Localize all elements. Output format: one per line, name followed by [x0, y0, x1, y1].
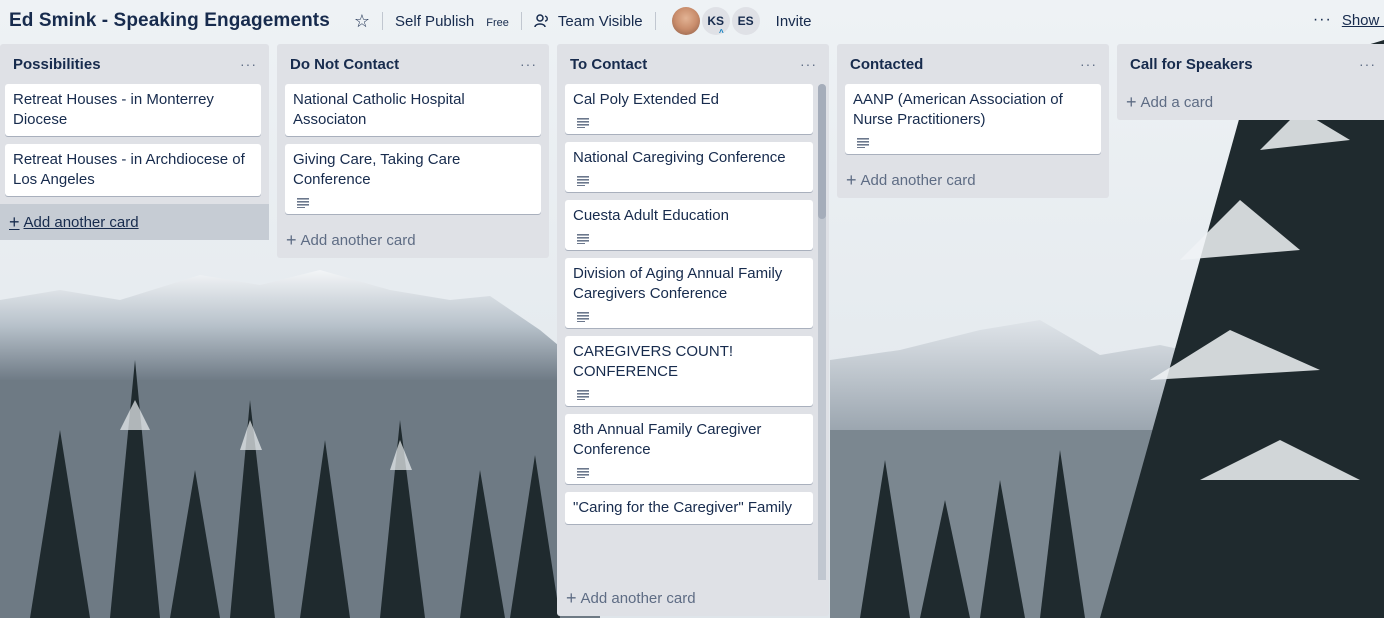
- add-card-button[interactable]: + Add another card: [837, 162, 1109, 198]
- description-icon: [577, 390, 589, 400]
- plus-icon: +: [846, 170, 857, 190]
- card[interactable]: Cal Poly Extended Ed: [565, 84, 813, 134]
- visibility-label: Team Visible: [557, 12, 643, 30]
- list-header[interactable]: Call for Speakers ···: [1117, 44, 1384, 84]
- description-icon: [857, 138, 869, 148]
- card[interactable]: Division of Aging Annual Family Caregive…: [565, 258, 813, 328]
- card[interactable]: Giving Care, Taking Care Conference: [285, 144, 541, 214]
- description-icon: [577, 468, 589, 478]
- board-title[interactable]: Ed Smink - Speaking Engagements: [9, 10, 330, 32]
- team-name: Self Publish: [395, 12, 475, 30]
- add-card-button[interactable]: + Add another card: [0, 204, 269, 240]
- card-scroll-area[interactable]: Cal Poly Extended Ed National Caregiving…: [557, 84, 829, 580]
- board-members: KS ^ ES: [671, 7, 762, 37]
- header-divider: [654, 12, 656, 30]
- header-divider: [520, 12, 522, 30]
- plus-icon: +: [1126, 92, 1137, 112]
- team-visibility-icon: [534, 14, 548, 28]
- card[interactable]: Retreat Houses - in Archdiocese of Los A…: [5, 144, 261, 196]
- board-header: Ed Smink - Speaking Engagements ☆ Self P…: [0, 0, 1384, 42]
- list-header[interactable]: Do Not Contact ···: [277, 44, 549, 84]
- card[interactable]: Retreat Houses - in Monterrey Diocese: [5, 84, 261, 136]
- avatar-ks[interactable]: KS ^: [701, 7, 730, 37]
- star-board-button[interactable]: ☆: [354, 11, 370, 32]
- plus-icon: +: [286, 230, 297, 250]
- list-menu-icon[interactable]: ···: [1080, 56, 1097, 72]
- list-header[interactable]: To Contact ···: [557, 44, 829, 84]
- list-title[interactable]: Contacted: [850, 56, 923, 73]
- add-card-button[interactable]: + Add a card: [1117, 84, 1384, 120]
- plus-icon: +: [9, 212, 20, 232]
- list-title[interactable]: Possibilities: [13, 56, 101, 73]
- list-menu-icon[interactable]: ···: [1359, 56, 1376, 72]
- team-button[interactable]: Self Publish Free: [395, 13, 509, 30]
- list-contacted: Contacted ··· AANP (American Association…: [837, 44, 1109, 198]
- list-title[interactable]: Call for Speakers: [1130, 56, 1253, 73]
- header-right: ··· Show M: [1313, 11, 1384, 29]
- card[interactable]: CAREGIVERS COUNT! CONFERENCE: [565, 336, 813, 406]
- list-menu-icon[interactable]: ···: [240, 56, 257, 72]
- star-icon: ☆: [353, 10, 371, 31]
- list-call-for-speakers: Call for Speakers ··· + Add a card: [1117, 44, 1384, 120]
- team-plan-badge: Free: [486, 16, 509, 29]
- more-icon[interactable]: ···: [1313, 11, 1332, 29]
- avatar[interactable]: [671, 7, 700, 35]
- card[interactable]: National Catholic Hospital Associaton: [285, 84, 541, 136]
- list-possibilities: Possibilities ··· Retreat Houses - in Mo…: [0, 44, 269, 240]
- card[interactable]: 8th Annual Family Caregiver Conference: [565, 414, 813, 484]
- plus-icon: +: [566, 588, 577, 608]
- invite-button[interactable]: Invite: [776, 13, 812, 30]
- description-icon: [577, 118, 589, 128]
- description-icon: [577, 234, 589, 244]
- list-to-contact: To Contact ··· Cal Poly Extended Ed Nati…: [557, 44, 829, 616]
- add-card-button[interactable]: + Add another card: [557, 580, 829, 616]
- visibility-button[interactable]: Team Visible: [534, 13, 643, 30]
- admin-chevron-icon: ^: [718, 28, 724, 37]
- list-scrollbar[interactable]: [818, 84, 826, 580]
- header-divider: [382, 12, 384, 30]
- card[interactable]: National Caregiving Conference: [565, 142, 813, 192]
- list-title[interactable]: To Contact: [570, 56, 647, 73]
- list-header[interactable]: Contacted ···: [837, 44, 1109, 84]
- list-menu-icon[interactable]: ···: [520, 56, 537, 72]
- description-icon: [577, 176, 589, 186]
- list-menu-icon[interactable]: ···: [800, 56, 817, 72]
- show-menu-button[interactable]: Show M: [1342, 12, 1384, 29]
- list-header[interactable]: Possibilities ···: [0, 44, 269, 84]
- list-do-not-contact: Do Not Contact ··· National Catholic Hos…: [277, 44, 549, 258]
- card[interactable]: AANP (American Association of Nurse Prac…: [845, 84, 1101, 154]
- card[interactable]: Cuesta Adult Education: [565, 200, 813, 250]
- scrollbar-thumb[interactable]: [818, 84, 826, 219]
- avatar-es[interactable]: ES: [731, 7, 760, 35]
- list-title[interactable]: Do Not Contact: [290, 56, 399, 73]
- card[interactable]: "Caring for the Caregiver" Family: [565, 492, 813, 524]
- description-icon: [577, 312, 589, 322]
- add-card-button[interactable]: + Add another card: [277, 222, 549, 258]
- description-icon: [297, 198, 309, 208]
